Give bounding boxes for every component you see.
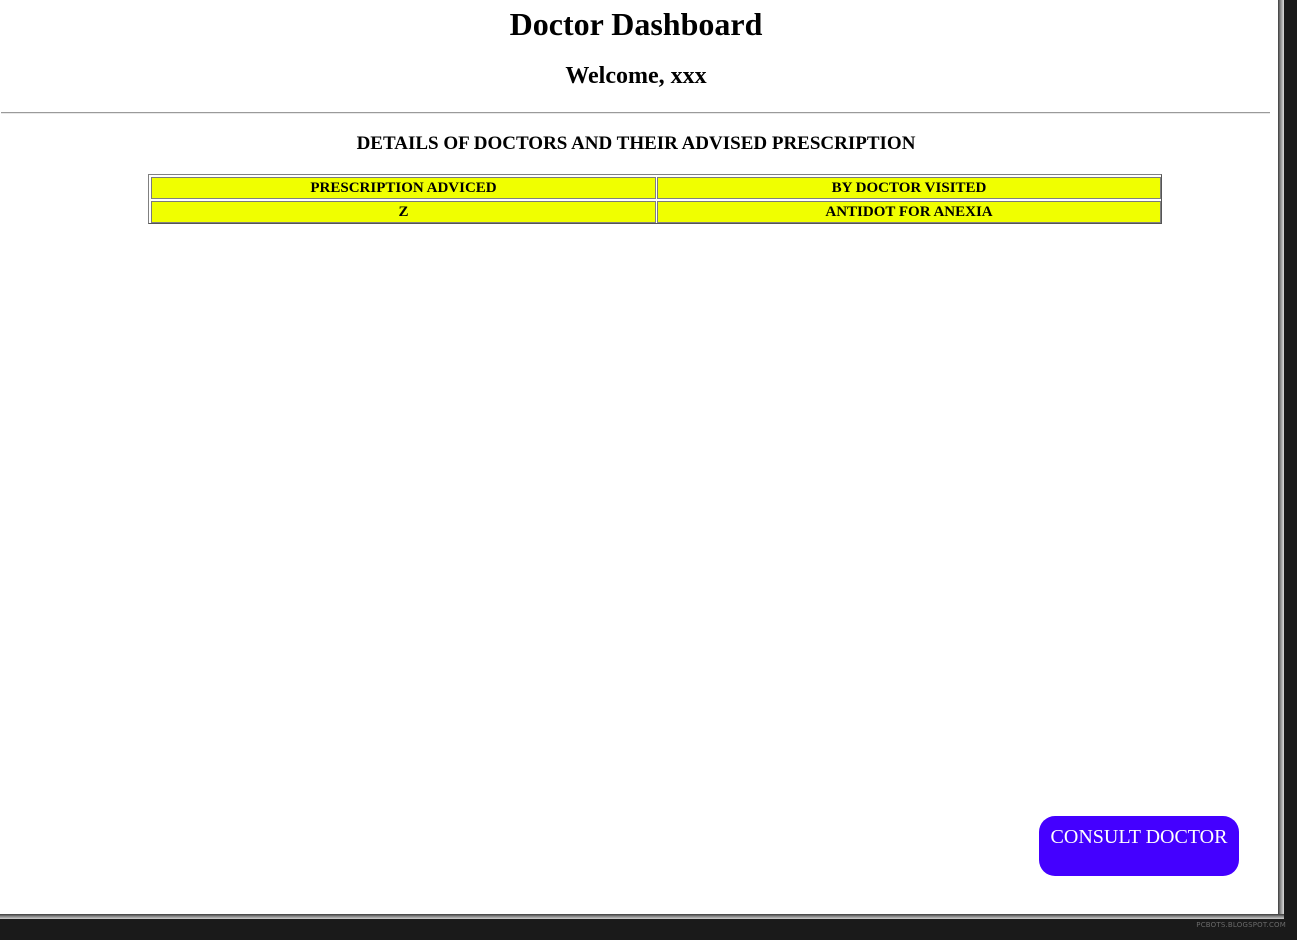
consult-doctor-button[interactable]: CONSULT DOCTOR [1039,816,1239,876]
prescription-table: PRESCRIPTION ADVICED BY DOCTOR VISITED Z… [148,174,1162,224]
page-title: Doctor Dashboard [509,6,763,42]
section-heading: DETAILS OF DOCTORS AND THEIR ADVISED PRE… [356,133,916,154]
watermark: PCBOTS.BLOGSPOT.COM [1196,921,1286,929]
page-shadow-bottom [0,914,1284,919]
page: Doctor Dashboard Welcome, xxx DETAILS OF… [0,0,1278,914]
page-shadow [1278,0,1284,918]
column-header-doctor: BY DOCTOR VISITED [657,177,1161,199]
welcome-message: Welcome, xxx [565,63,707,89]
divider [1,112,1270,114]
table-cell-prescription: Z [151,201,656,223]
table-cell-doctor: ANTIDOT FOR ANEXIA [657,201,1161,223]
column-header-prescription: PRESCRIPTION ADVICED [151,177,656,199]
